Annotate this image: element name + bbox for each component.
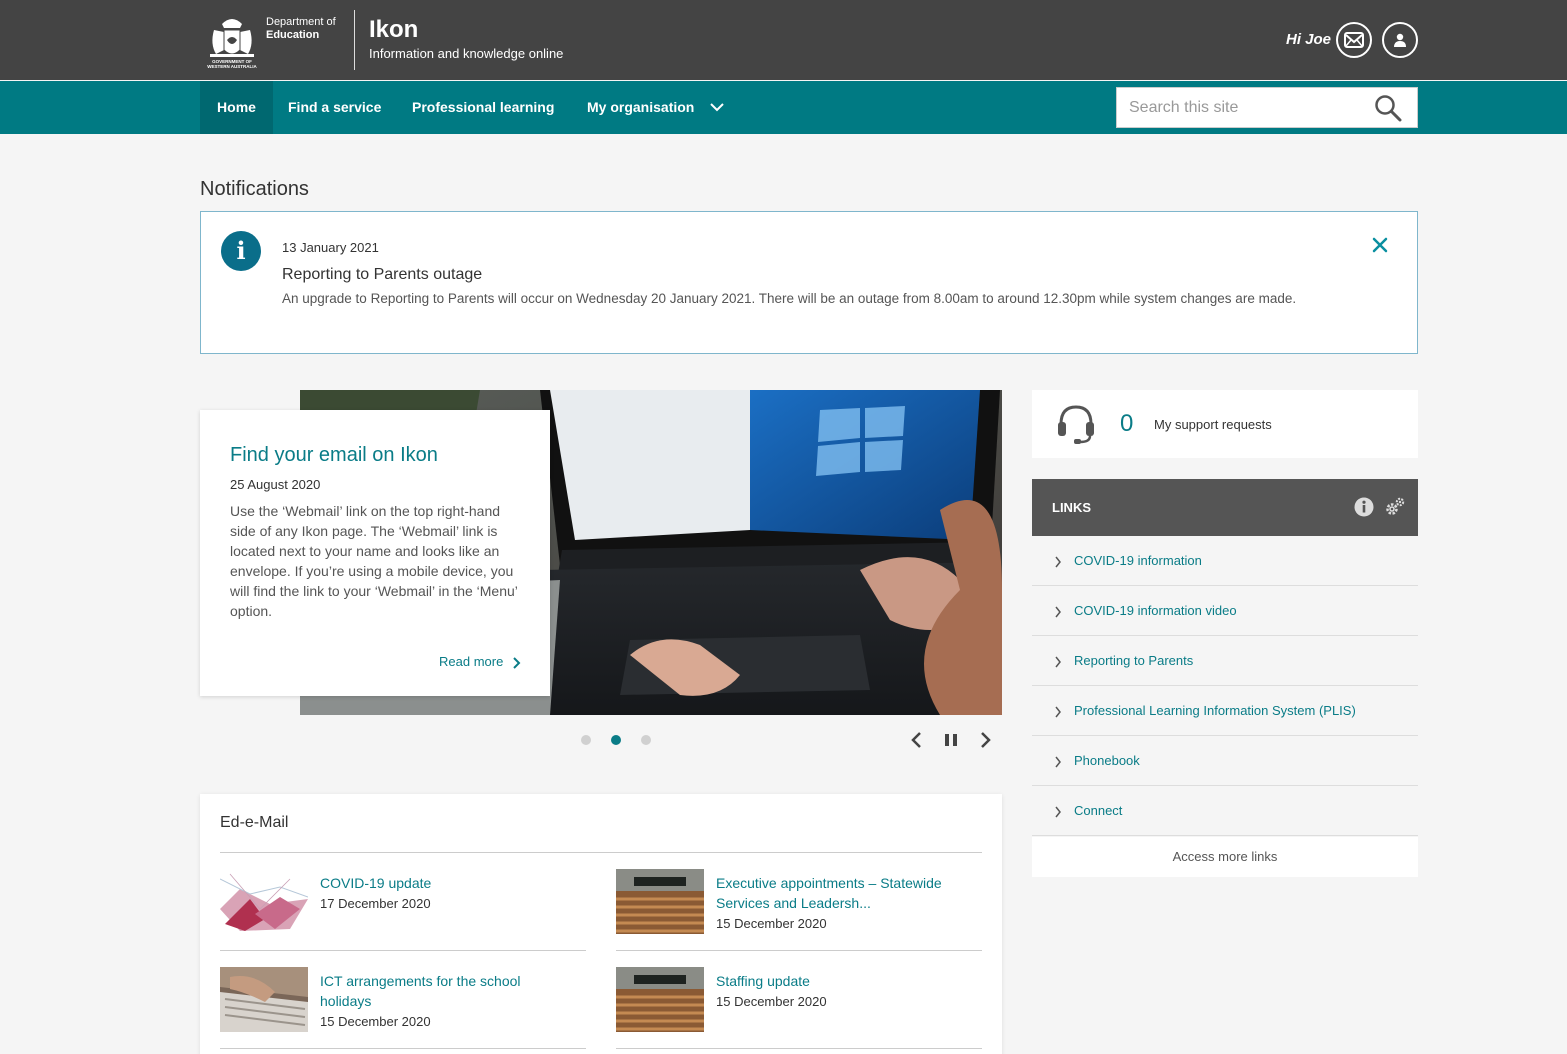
chevron-right-icon bbox=[1055, 706, 1061, 718]
link-item-reporting[interactable]: Reporting to Parents bbox=[1032, 636, 1418, 686]
notification-body: An upgrade to Reporting to Parents will … bbox=[282, 291, 1297, 306]
slide-title[interactable]: Find your email on Ikon bbox=[230, 444, 438, 467]
links-list: COVID-19 information COVID-19 informatio… bbox=[1032, 536, 1418, 836]
ed-e-mail-heading: Ed-e-Mail bbox=[220, 814, 289, 831]
link-item-plis[interactable]: Professional Learning Information System… bbox=[1032, 686, 1418, 736]
dept-line2: Education bbox=[266, 29, 320, 41]
read-more-link[interactable]: Read more bbox=[439, 654, 503, 669]
notification-card: i 13 January 2021 Reporting to Parents o… bbox=[200, 211, 1418, 354]
nav-professional-learning[interactable]: Professional learning bbox=[412, 81, 554, 134]
lecture-hall-thumbnail bbox=[616, 869, 704, 934]
dept-line1: Department of bbox=[266, 16, 336, 28]
profile-button[interactable] bbox=[1382, 22, 1418, 58]
links-header: LINKS bbox=[1032, 479, 1418, 536]
chevron-down-icon[interactable] bbox=[709, 101, 725, 113]
email-item-title[interactable]: Staffing update bbox=[716, 971, 966, 991]
carousel-next-icon[interactable] bbox=[978, 730, 994, 750]
chevron-right-icon bbox=[1055, 756, 1061, 768]
chevron-right-icon[interactable] bbox=[512, 656, 522, 670]
department-label: Department of Education bbox=[266, 16, 336, 42]
slide-body: Use the ‘Webmail’ link on the top right-… bbox=[230, 503, 518, 619]
link-label[interactable]: COVID-19 information bbox=[1074, 553, 1202, 568]
link-label[interactable]: COVID-19 information video bbox=[1074, 603, 1237, 618]
link-item-phonebook[interactable]: Phonebook bbox=[1032, 736, 1418, 786]
email-item[interactable]: ICT arrangements for the school holidays… bbox=[220, 951, 586, 1049]
access-more-links-button[interactable]: Access more links bbox=[1032, 837, 1418, 877]
chevron-right-icon bbox=[1055, 656, 1061, 668]
link-label[interactable]: Reporting to Parents bbox=[1074, 653, 1193, 668]
user-greeting: Hi Joe bbox=[1286, 31, 1332, 48]
app-title[interactable]: Ikon bbox=[369, 16, 418, 44]
search-input[interactable] bbox=[1129, 96, 1369, 120]
email-item-date: 15 December 2020 bbox=[320, 1014, 431, 1029]
notification-date: 13 January 2021 bbox=[282, 240, 379, 255]
link-label[interactable]: Professional Learning Information System… bbox=[1074, 703, 1356, 718]
link-label[interactable]: Phonebook bbox=[1074, 753, 1140, 768]
nav-find-a-service[interactable]: Find a service bbox=[288, 81, 381, 134]
link-item-covid-info[interactable]: COVID-19 information bbox=[1032, 536, 1418, 586]
support-label: My support requests bbox=[1154, 417, 1272, 432]
slide-date: 25 August 2020 bbox=[230, 477, 321, 492]
covid-thumbnail bbox=[220, 869, 308, 934]
link-item-connect[interactable]: Connect bbox=[1032, 786, 1418, 836]
nav-my-organisation[interactable]: My organisation bbox=[587, 81, 694, 134]
email-item[interactable]: COVID-19 update 17 December 2020 bbox=[220, 853, 586, 951]
carousel-slide-card: Find your email on Ikon 25 August 2020 U… bbox=[200, 410, 550, 696]
search-icon[interactable] bbox=[1374, 94, 1402, 122]
gear-icon[interactable] bbox=[1384, 496, 1406, 518]
chevron-right-icon bbox=[1055, 606, 1061, 618]
carousel-dot-3[interactable] bbox=[641, 735, 651, 745]
support-count: 0 bbox=[1120, 410, 1134, 437]
wa-crest-logo[interactable]: GOVERNMENT OF WESTERN AUSTRALIA bbox=[202, 10, 262, 70]
support-requests-card[interactable]: 0 My support requests bbox=[1032, 390, 1418, 458]
link-label[interactable]: Connect bbox=[1074, 803, 1122, 818]
chevron-right-icon bbox=[1055, 806, 1061, 818]
headset-icon bbox=[1058, 405, 1094, 444]
email-item[interactable]: Staffing update 15 December 2020 bbox=[616, 951, 982, 1049]
ed-e-mail-card: Ed-e-Mail COVID-19 update 17 December 20… bbox=[200, 794, 1002, 1054]
email-item-title[interactable]: COVID-19 update bbox=[320, 873, 570, 893]
carousel-dot-1[interactable] bbox=[581, 735, 591, 745]
notifications-heading: Notifications bbox=[200, 178, 309, 200]
logo-divider bbox=[354, 10, 355, 70]
carousel-dot-2[interactable] bbox=[611, 735, 621, 745]
webmail-button[interactable] bbox=[1336, 22, 1372, 58]
keyboard-thumbnail bbox=[220, 967, 308, 1032]
top-header: GOVERNMENT OF WESTERN AUSTRALIA Departme… bbox=[0, 0, 1567, 80]
email-item-date: 15 December 2020 bbox=[716, 916, 827, 931]
search-box bbox=[1116, 87, 1418, 128]
links-title: LINKS bbox=[1052, 500, 1091, 515]
envelope-icon bbox=[1344, 32, 1364, 48]
notification-title: Reporting to Parents outage bbox=[282, 266, 483, 283]
nav-home[interactable]: Home bbox=[200, 81, 273, 134]
app-subtitle: Information and knowledge online bbox=[369, 46, 564, 61]
pause-icon[interactable] bbox=[943, 730, 959, 750]
email-item-date: 17 December 2020 bbox=[320, 896, 431, 911]
chevron-right-icon bbox=[1055, 556, 1061, 568]
email-item-date: 15 December 2020 bbox=[716, 994, 827, 1009]
link-item-covid-video[interactable]: COVID-19 information video bbox=[1032, 586, 1418, 636]
carousel-prev-icon[interactable] bbox=[908, 730, 924, 750]
email-item-title[interactable]: ICT arrangements for the school holidays bbox=[320, 971, 570, 1011]
info-icon[interactable] bbox=[1354, 497, 1374, 517]
user-icon bbox=[1394, 33, 1406, 47]
lecture-hall-thumbnail bbox=[616, 967, 704, 1032]
close-icon[interactable] bbox=[1371, 236, 1389, 254]
email-item-title[interactable]: Executive appointments – Statewide Servi… bbox=[716, 873, 966, 913]
email-item[interactable]: Executive appointments – Statewide Servi… bbox=[616, 853, 982, 951]
info-icon: i bbox=[221, 231, 261, 271]
crest-caption-line2: WESTERN AUSTRALIA bbox=[207, 64, 257, 69]
